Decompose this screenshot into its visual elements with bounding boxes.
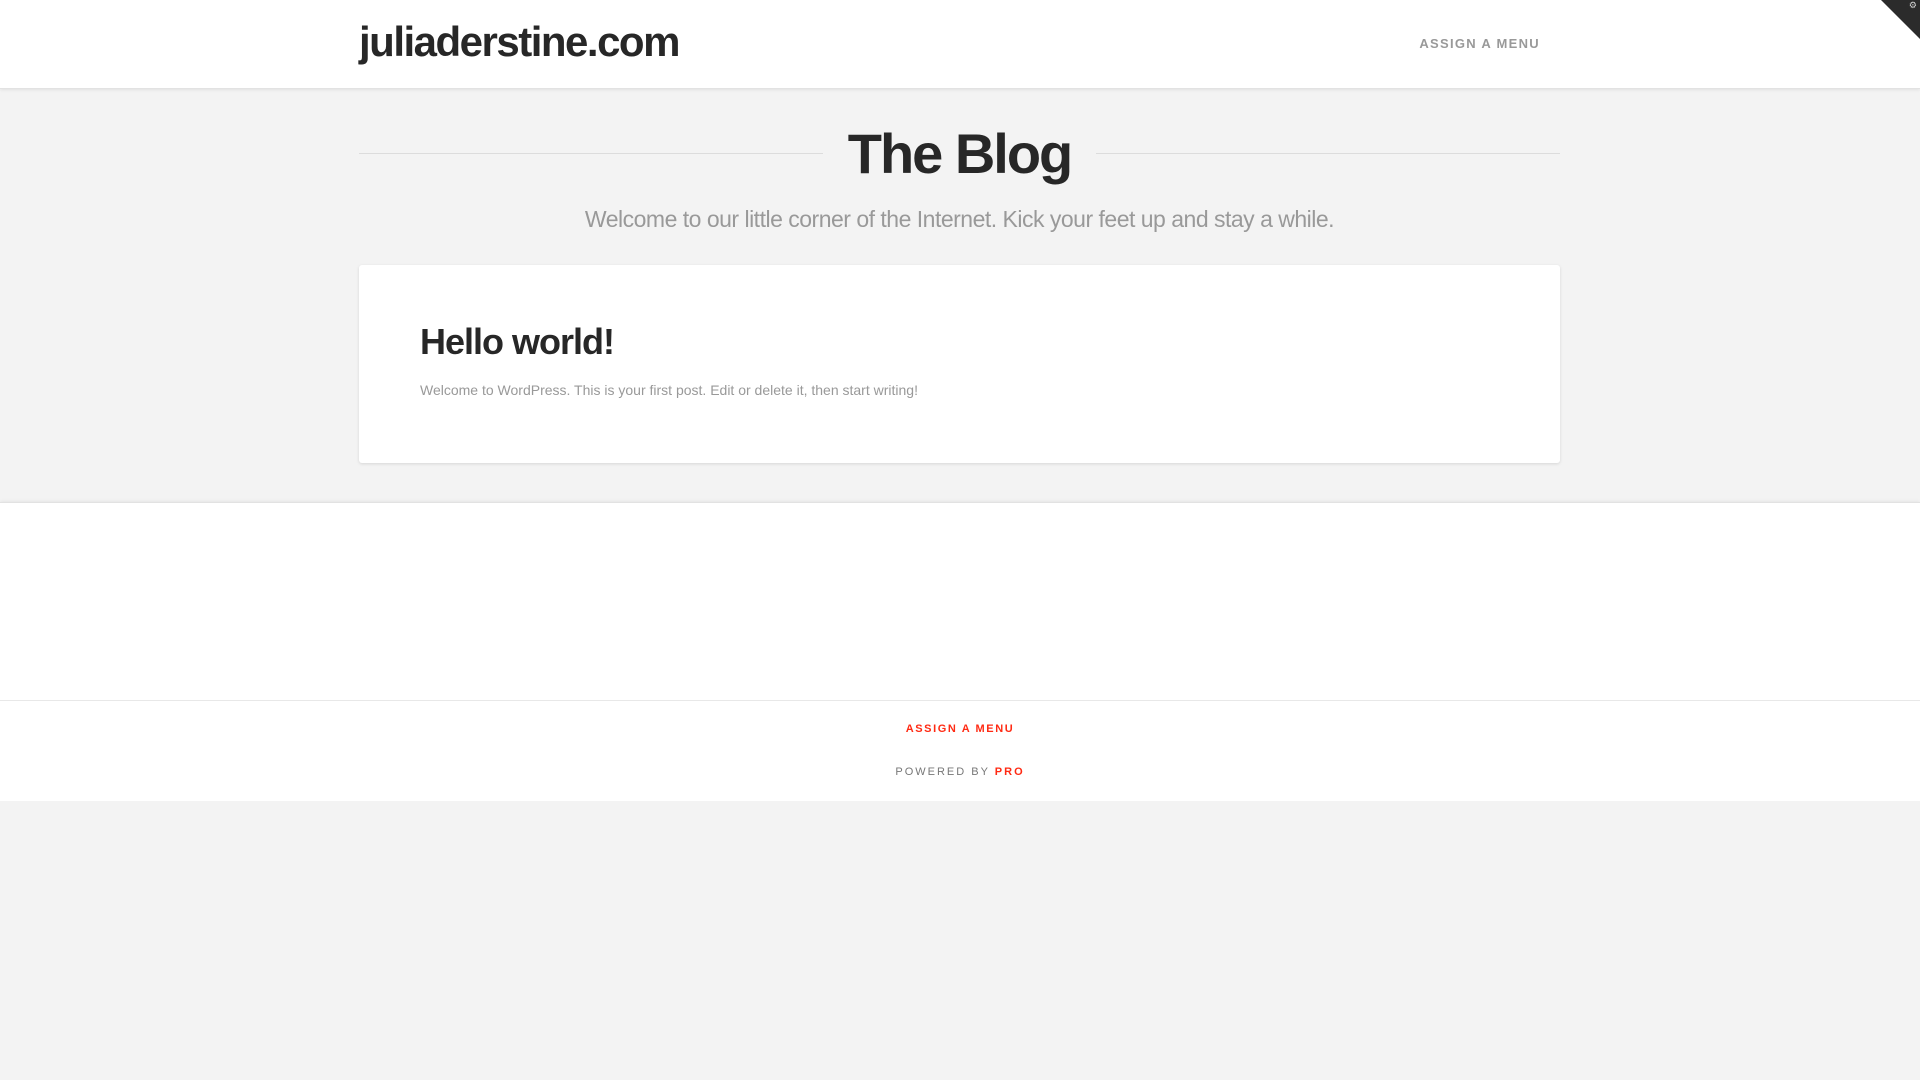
page-title: The Blog xyxy=(847,122,1074,185)
blog-header: The Blog Welcome to our little corner of… xyxy=(359,118,1560,233)
post-card: Hello world! Welcome to WordPress. This … xyxy=(359,265,1560,463)
site-header: juliaderstine.com ASSIGN A MENU xyxy=(0,0,1920,89)
assign-menu-link[interactable]: ASSIGN A MENU xyxy=(1419,36,1540,51)
post-excerpt: Welcome to WordPress. This is your first… xyxy=(420,382,918,398)
settings-corner-toggle[interactable]: ⚙ xyxy=(1880,0,1920,40)
footer-assign-menu-link[interactable]: ASSIGN A MENU xyxy=(0,723,1920,735)
site-title-link[interactable]: juliaderstine.com xyxy=(359,18,680,66)
page-subtitle: Welcome to our little corner of the Inte… xyxy=(584,206,1335,232)
blog-title-wrap: The Blog xyxy=(359,118,1560,190)
site-footer: ASSIGN A MENU POWERED BY PRO xyxy=(0,701,1920,801)
powered-by-text: POWERED BY PRO xyxy=(0,766,1920,778)
powered-by-pro-link[interactable]: PRO xyxy=(995,766,1025,778)
title-divider-right xyxy=(1096,153,1560,154)
title-divider-left xyxy=(359,153,823,154)
footer-widget-area xyxy=(0,502,1920,701)
gear-icon: ⚙ xyxy=(1908,0,1917,10)
post-title-link[interactable]: Hello world! xyxy=(420,321,615,363)
powered-by-label: POWERED BY xyxy=(895,766,990,778)
